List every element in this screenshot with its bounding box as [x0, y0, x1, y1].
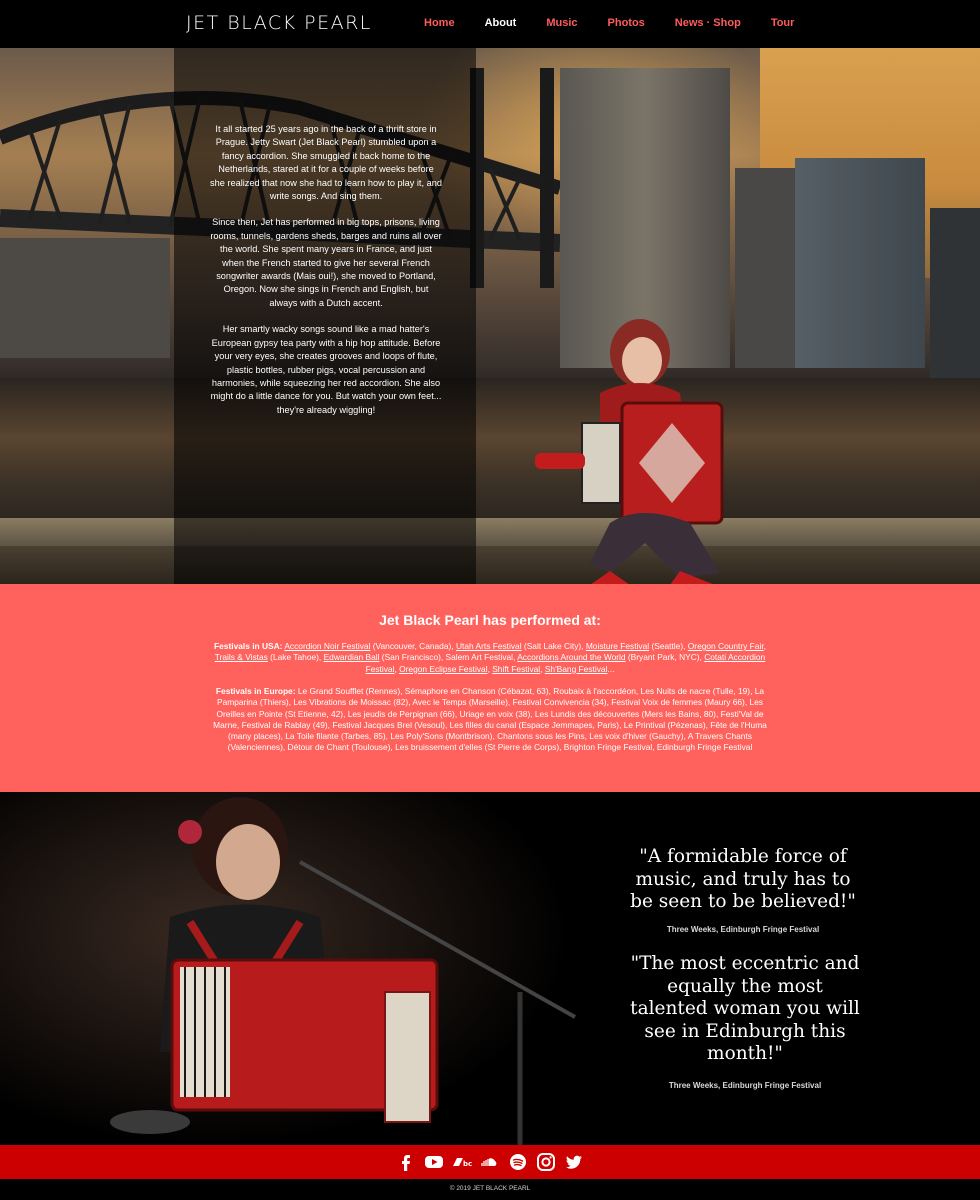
building [930, 208, 980, 378]
festival-link[interactable]: Sh'Bang Festival [545, 664, 608, 674]
festival-location: ... [607, 663, 615, 674]
festivals-heading: Jet Black Pearl has performed at: [379, 612, 601, 628]
festival-link[interactable]: Utah Arts Festival [456, 641, 522, 651]
facebook-icon[interactable] [396, 1152, 416, 1172]
spotify-icon[interactable] [508, 1152, 528, 1172]
svg-text:bc: bc [463, 1160, 472, 1168]
nav-news-shop[interactable]: News · Shop [675, 17, 741, 29]
festival-location: (Salt Lake City), [521, 641, 586, 651]
social-icons: bc [396, 1152, 584, 1172]
nav-home[interactable]: Home [424, 17, 455, 29]
social-bar: bc [0, 1145, 980, 1179]
soundcloud-icon[interactable] [480, 1152, 500, 1172]
nav-about[interactable]: About [485, 17, 517, 29]
accordion-player-photo [535, 319, 724, 584]
press-quotes-section: "A formidable force of music, and truly … [0, 792, 980, 1145]
festival-location: (Bryant Park, NYC), [625, 652, 705, 663]
festivals-usa-list: Accordion Noir Festival (Vancouver, Cana… [215, 641, 766, 674]
copyright-text: © 2019 JET BLACK PEARL [449, 1185, 531, 1192]
bandcamp-icon[interactable]: bc [452, 1152, 472, 1172]
festival-location: (Vancouver, Canada), [370, 641, 456, 651]
festival-link[interactable]: Trails & Vistas [215, 652, 268, 662]
press-quote: "The most eccentric and equally the most… [630, 953, 860, 1064]
festival-link[interactable]: Oregon Eclipse Festival [399, 664, 487, 674]
press-quote: "A formidable force of music, and truly … [630, 846, 856, 912]
festivals-usa-label: Festivals in USA: [214, 641, 283, 651]
bio-paragraph: Her smartly wacky songs sound like a mad… [210, 324, 442, 415]
festival-link[interactable]: Accordion Noir Festival [284, 641, 370, 651]
main-nav: Home About Music Photos News · Shop Tour [424, 17, 824, 29]
hero-section: It all started 25 years ago in the back … [0, 48, 980, 584]
bio-paragraph: Since then, Jet has performed in big top… [210, 217, 442, 308]
festival-link[interactable]: Shift Festival [492, 664, 540, 674]
festivals-section: Jet Black Pearl has performed at: Festiv… [0, 584, 980, 792]
ground [0, 546, 980, 584]
festival-link[interactable]: Moisture Festival [586, 641, 649, 651]
festival-link[interactable]: Accordions Around the World [517, 652, 625, 662]
twitter-icon[interactable] [564, 1152, 584, 1172]
festivals-europe-label: Festivals in Europe: [215, 686, 296, 696]
festival-location: (Seattle), [649, 641, 688, 651]
site-footer: © 2019 JET BLACK PEARL [0, 1179, 980, 1200]
festival-link[interactable]: Edwardian Ball [324, 652, 380, 662]
festivals-europe-list: Le Grand Soufflet (Rennes), Sémaphore en… [213, 686, 767, 753]
festival-link[interactable]: Oregon Country Fair [688, 641, 764, 651]
river [0, 378, 980, 528]
nav-tour[interactable]: Tour [771, 17, 795, 29]
quote-source: Three Weeks, Edinburgh Fringe Festival [668, 1081, 822, 1090]
youtube-icon[interactable] [424, 1152, 444, 1172]
nav-music[interactable]: Music [546, 17, 577, 29]
festival-location: , [763, 641, 766, 651]
building [795, 158, 925, 368]
live-performance-photo [0, 792, 600, 1145]
instagram-icon[interactable] [536, 1152, 556, 1172]
nav-photos[interactable]: Photos [608, 17, 645, 29]
bio-text: It all started 25 years ago in the back … [210, 123, 442, 430]
site-header: JET BLACK PEARL Home About Music Photos … [0, 0, 980, 48]
festivals-europe: Festivals in Europe: Le Grand Soufflet (… [205, 686, 775, 754]
site-logo[interactable]: JET BLACK PEARL [186, 12, 372, 34]
quote-source: Three Weeks, Edinburgh Fringe Festival [666, 925, 820, 934]
festival-location: (San Francisco), Salem Art Festival, [379, 652, 518, 663]
festival-location: (Lake Tahoe), [267, 652, 324, 663]
bio-paragraph: It all started 25 years ago in the back … [210, 124, 442, 202]
railing [0, 518, 980, 546]
festivals-usa: Festivals in USA: Accordion Noir Festiva… [205, 641, 775, 675]
